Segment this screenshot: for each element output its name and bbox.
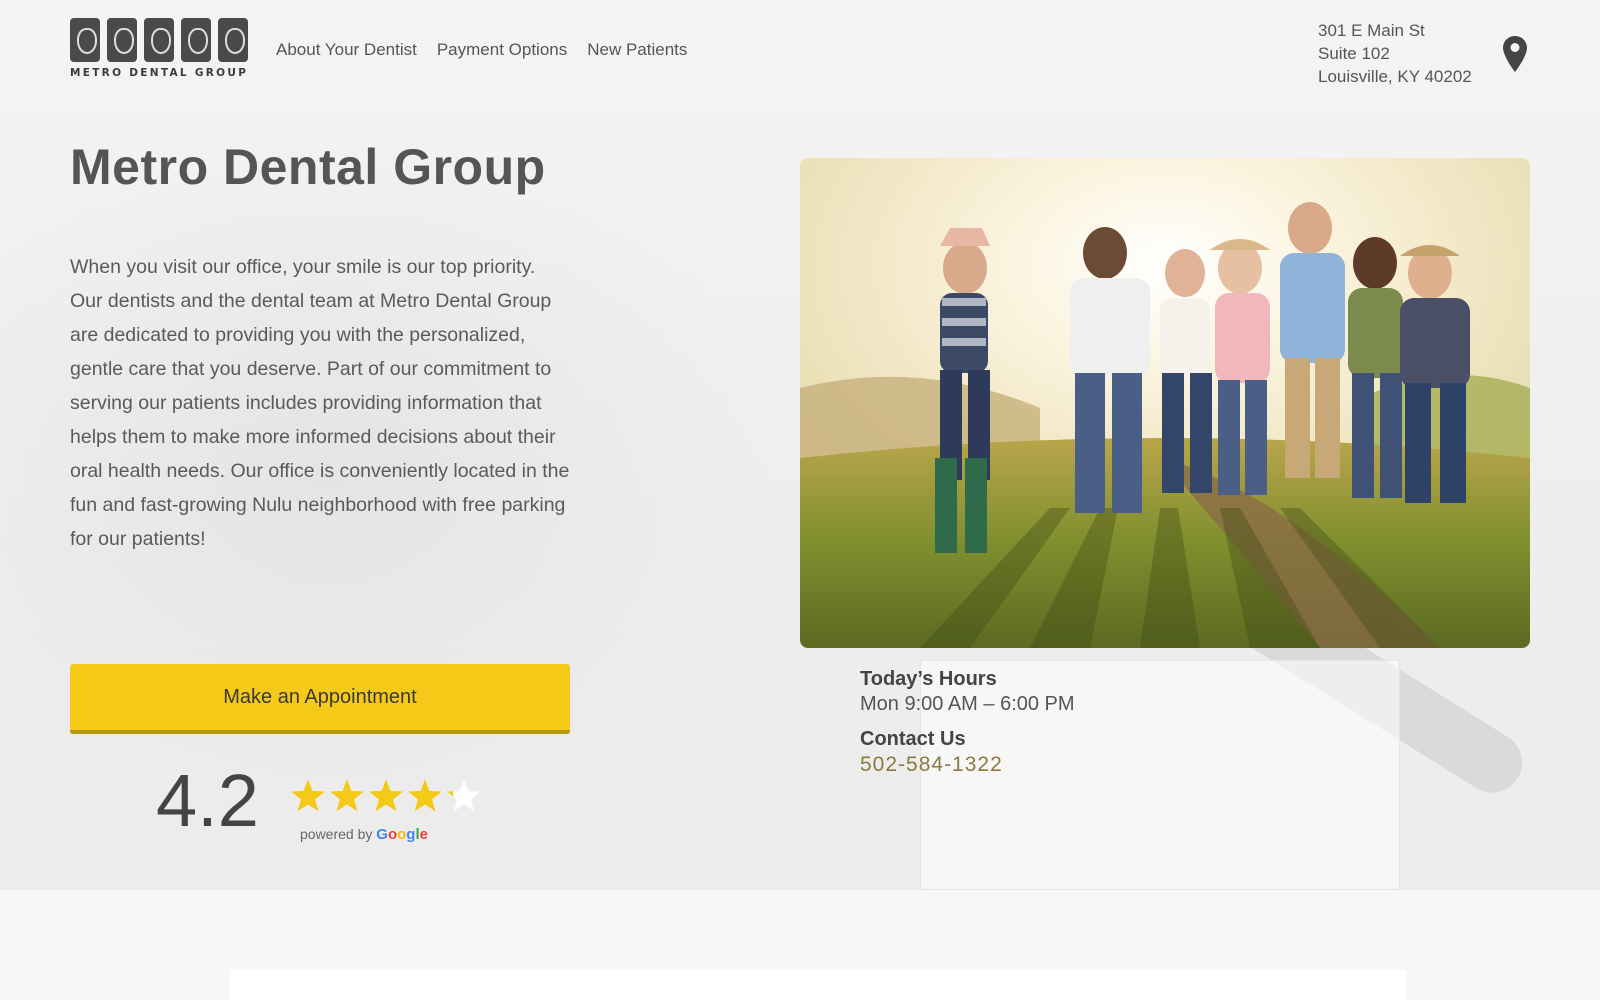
address-line-1: 301 E Main St — [1318, 21, 1425, 40]
address-line-2: Suite 102 — [1318, 44, 1390, 63]
office-address[interactable]: 301 E Main St Suite 102 Louisville, KY 4… — [1318, 19, 1472, 88]
nav-item-payment-options[interactable]: Payment Options — [437, 40, 567, 60]
todays-hours-value: Mon 9:00 AM – 6:00 PM — [860, 693, 1075, 715]
logo-face-icon — [144, 18, 174, 62]
logo-faces-icon — [70, 18, 256, 62]
main-nav: About Your Dentist Payment Options New P… — [276, 40, 687, 60]
intro-paragraph: When you visit our office, your smile is… — [70, 256, 570, 550]
rating-value: 4.2 — [156, 759, 259, 842]
logo[interactable]: METRO DENTAL GROUP — [70, 18, 256, 84]
rating-stars — [290, 778, 482, 813]
logo-face-icon — [218, 18, 248, 62]
logo-wordmark: METRO DENTAL GROUP — [70, 67, 249, 79]
lower-section — [0, 890, 1600, 1000]
nav-item-about-your-dentist[interactable]: About Your Dentist — [276, 40, 417, 60]
logo-face-icon — [70, 18, 100, 62]
logo-face-icon — [181, 18, 211, 62]
page-title: Metro Dental Group — [70, 139, 546, 195]
logo-face-icon — [107, 18, 137, 62]
star-filled-icon — [329, 779, 365, 812]
map-pin-icon[interactable] — [1503, 36, 1527, 72]
star-filled-icon — [290, 779, 326, 812]
powered-by-text: powered by — [300, 826, 373, 842]
todays-hours-label: Today’s Hours — [860, 668, 997, 690]
office-info: Today’s Hours Mon 9:00 AM – 6:00 PM Cont… — [860, 668, 1075, 777]
make-appointment-button[interactable]: Make an Appointment — [70, 664, 570, 734]
happy-group-photo — [800, 158, 1530, 648]
google-logo: Google — [376, 826, 428, 843]
address-line-3: Louisville, KY 40202 — [1318, 67, 1472, 86]
star-filled-icon — [407, 779, 443, 812]
site-header: METRO DENTAL GROUP About Your Dentist Pa… — [0, 0, 1600, 100]
powered-by-google: powered by Google — [300, 826, 428, 843]
contact-us-label: Contact Us — [860, 728, 966, 750]
phone-link[interactable]: 502-584-1322 — [860, 753, 1075, 777]
star-filled-icon — [368, 779, 404, 812]
content-card — [230, 970, 1406, 1000]
nav-item-new-patients[interactable]: New Patients — [587, 40, 687, 60]
